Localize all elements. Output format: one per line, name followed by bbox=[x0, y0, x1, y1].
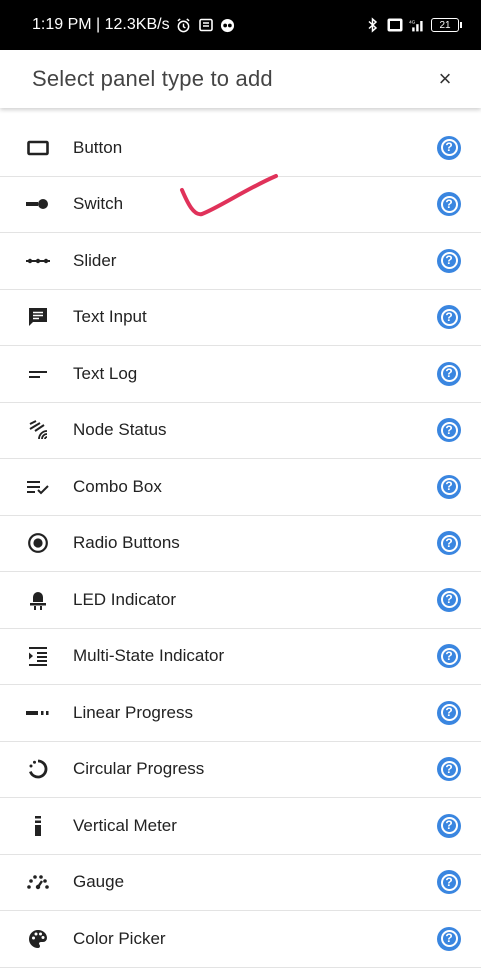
linear-progress-icon bbox=[24, 699, 52, 727]
help-symbol: ? bbox=[440, 817, 458, 835]
panel-type-row[interactable]: Text Input? bbox=[0, 290, 481, 346]
panel-type-label: Text Input bbox=[73, 307, 147, 327]
status-left: 1:19 PM | 12.3KB/s bbox=[32, 16, 236, 34]
circular-progress-icon bbox=[24, 755, 52, 783]
panel-type-list: Button? Switch? Slider? Text Input? Text Log… bbox=[0, 120, 481, 968]
help-symbol: ? bbox=[440, 252, 458, 270]
panel-type-row[interactable]: Text Log? bbox=[0, 346, 481, 403]
help-symbol: ? bbox=[440, 591, 458, 609]
panel-type-label: LED Indicator bbox=[73, 589, 176, 609]
panel-type-label: Switch bbox=[73, 194, 124, 214]
radio-buttons-icon bbox=[24, 529, 52, 557]
help-icon[interactable]: ? bbox=[437, 135, 461, 160]
help-symbol: ? bbox=[440, 308, 458, 326]
help-icon[interactable]: ? bbox=[437, 192, 461, 217]
panel-type-row[interactable]: Button? bbox=[0, 120, 481, 177]
battery-indicator: 21 bbox=[431, 18, 462, 32]
text-input-icon bbox=[24, 303, 52, 331]
panel-type-row[interactable]: Radio Buttons? bbox=[0, 516, 481, 572]
panel-type-row[interactable]: Slider? bbox=[0, 233, 481, 290]
status-notification-icons bbox=[176, 17, 236, 33]
panel-type-row[interactable]: Color Picker? bbox=[0, 911, 481, 968]
app-notification-icon bbox=[220, 17, 236, 33]
help-symbol: ? bbox=[440, 760, 458, 778]
panel-type-row[interactable]: Node Status? bbox=[0, 403, 481, 459]
dialog-header: Select panel type to add × bbox=[0, 50, 481, 108]
help-symbol: ? bbox=[440, 421, 458, 439]
panel-type-label: Multi-State Indicator bbox=[73, 646, 225, 666]
help-icon[interactable]: ? bbox=[437, 870, 461, 895]
message-icon bbox=[198, 17, 214, 33]
panel-type-row[interactable]: Circular Progress? bbox=[0, 742, 481, 798]
signal-icon: 4G bbox=[409, 17, 425, 33]
switch-icon bbox=[24, 190, 52, 218]
alarm-icon bbox=[176, 17, 192, 33]
button-icon bbox=[24, 134, 52, 162]
help-icon[interactable]: ? bbox=[437, 813, 461, 838]
color-picker-icon bbox=[24, 925, 52, 953]
panel-type-row[interactable]: Linear Progress? bbox=[0, 685, 481, 742]
node-status-icon bbox=[24, 416, 52, 444]
help-symbol: ? bbox=[440, 478, 458, 496]
panel-type-label: Text Log bbox=[73, 363, 138, 383]
help-icon[interactable]: ? bbox=[437, 644, 461, 669]
help-symbol: ? bbox=[440, 704, 458, 722]
panel-type-label: Vertical Meter bbox=[73, 815, 177, 835]
status-time: 1:19 PM | 12.3KB/s bbox=[32, 16, 170, 33]
panel-type-label: Circular Progress bbox=[73, 759, 205, 779]
help-icon[interactable]: ? bbox=[437, 305, 461, 330]
help-icon[interactable]: ? bbox=[437, 361, 461, 386]
panel-type-label: Gauge bbox=[73, 872, 125, 892]
panel-type-label: Combo Box bbox=[73, 476, 162, 496]
status-right: 4G 21 bbox=[365, 17, 462, 33]
bluetooth-icon bbox=[365, 17, 381, 33]
panel-type-label: Slider bbox=[73, 250, 117, 270]
help-icon[interactable]: ? bbox=[437, 418, 461, 443]
gauge-icon bbox=[24, 868, 52, 896]
help-symbol: ? bbox=[440, 139, 458, 157]
help-icon[interactable]: ? bbox=[437, 926, 461, 951]
close-button[interactable]: × bbox=[431, 66, 459, 92]
led-indicator-icon bbox=[24, 586, 52, 614]
panel-type-label: Node Status bbox=[73, 420, 167, 440]
help-symbol: ? bbox=[440, 930, 458, 948]
panel-type-row[interactable]: Combo Box? bbox=[0, 459, 481, 516]
panel-type-row[interactable]: Multi-State Indicator? bbox=[0, 629, 481, 685]
panel-type-row[interactable]: Vertical Meter? bbox=[0, 798, 481, 855]
help-symbol: ? bbox=[440, 534, 458, 552]
panel-type-row[interactable]: Switch? bbox=[0, 177, 481, 233]
text-log-icon bbox=[24, 360, 52, 388]
svg-text:4G: 4G bbox=[409, 19, 416, 25]
help-icon[interactable]: ? bbox=[437, 700, 461, 725]
help-symbol: ? bbox=[440, 195, 458, 213]
combo-box-icon bbox=[24, 473, 52, 501]
help-icon[interactable]: ? bbox=[437, 474, 461, 499]
slider-icon bbox=[24, 247, 52, 275]
vertical-meter-icon bbox=[24, 812, 52, 840]
help-icon[interactable]: ? bbox=[437, 531, 461, 556]
panel-type-row[interactable]: Gauge? bbox=[0, 855, 481, 911]
help-icon[interactable]: ? bbox=[437, 248, 461, 273]
panel-type-label: Radio Buttons bbox=[73, 533, 180, 553]
multi-state-indicator-icon bbox=[24, 642, 52, 670]
help-icon[interactable]: ? bbox=[437, 757, 461, 782]
volte-icon bbox=[387, 17, 403, 33]
help-symbol: ? bbox=[440, 647, 458, 665]
dialog-title: Select panel type to add bbox=[32, 66, 273, 91]
status-bar: 1:19 PM | 12.3KB/s 4G 21 bbox=[0, 0, 481, 50]
panel-type-row[interactable]: LED Indicator? bbox=[0, 572, 481, 629]
panel-type-label: Button bbox=[73, 137, 123, 157]
help-icon[interactable]: ? bbox=[437, 587, 461, 612]
panel-type-label: Color Picker bbox=[73, 928, 166, 948]
help-symbol: ? bbox=[440, 365, 458, 383]
panel-type-label: Linear Progress bbox=[73, 702, 194, 722]
help-symbol: ? bbox=[440, 873, 458, 891]
